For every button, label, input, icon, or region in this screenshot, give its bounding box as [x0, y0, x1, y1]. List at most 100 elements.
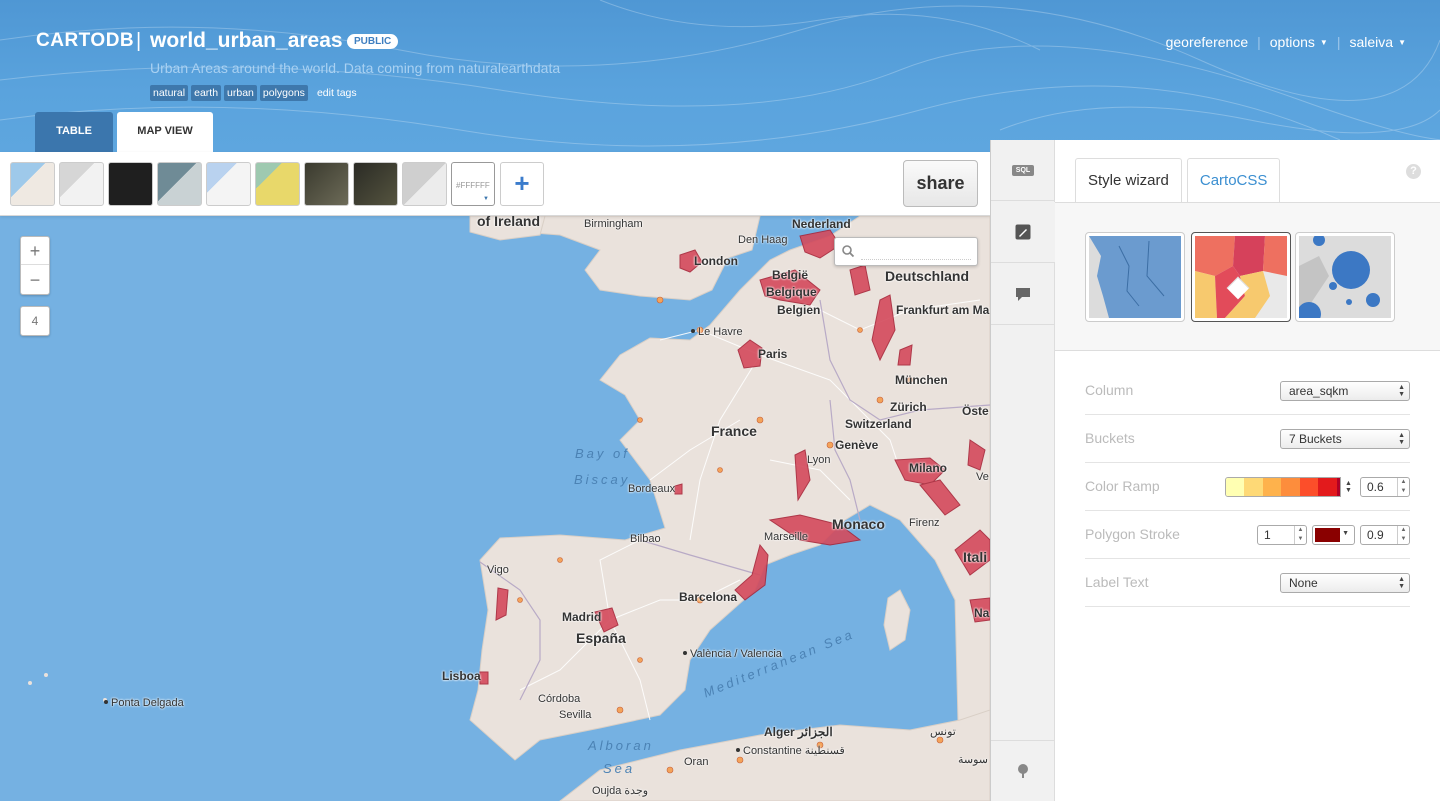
map-label-oran: Oran [684, 756, 709, 768]
privacy-badge[interactable]: PUBLIC [347, 34, 399, 49]
basemap-option-dark[interactable] [108, 162, 153, 206]
style-wizard-panel-button[interactable] [991, 202, 1055, 263]
tab-map-view[interactable]: MAP VIEW [117, 112, 213, 152]
chevron-down-icon: ▼ [1398, 38, 1406, 47]
basemap-option-nokia-day[interactable] [10, 162, 55, 206]
map-label-espana: España [576, 630, 626, 646]
column-row: Column area_sqkm ▲ ▼ [1085, 367, 1410, 415]
color-ramp-opacity-stepper[interactable]: 0.6 ▲ ▼ [1360, 477, 1410, 497]
tag-list: natural earth urban polygons edit tags [150, 85, 357, 101]
share-button[interactable]: share [903, 160, 978, 207]
buckets-label: Buckets [1085, 430, 1135, 446]
tab-style-wizard[interactable]: Style wizard [1075, 158, 1182, 202]
map-label-nederland: Nederland [792, 217, 851, 231]
stroke-opacity-value: 0.9 [1367, 528, 1384, 542]
map-label-bordeaux: Bordeaux [628, 483, 676, 495]
cartodb-logo[interactable]: CARTODB [36, 30, 134, 52]
map-label-paris: Paris [758, 347, 788, 361]
table-name-title[interactable]: world_urban_areas [150, 29, 343, 53]
map-label-frankfurt: Frankfurt am Ma [896, 303, 990, 317]
georeference-link[interactable]: georeference [1166, 34, 1249, 50]
chevron-down-icon: ▼ [483, 196, 489, 202]
map-label-valencia: València / Valencia [683, 648, 782, 660]
color-ramp-swatch-2 [1262, 478, 1282, 496]
menu-separator: | [1336, 34, 1341, 50]
zoom-in-button[interactable]: + [21, 237, 49, 265]
zoom-out-button[interactable]: − [21, 266, 49, 294]
edit-tags-link[interactable]: edit tags [317, 87, 357, 99]
map-label-switzerland: Switzerland [845, 417, 912, 431]
tag-natural[interactable]: natural [150, 85, 189, 101]
custom-basemap-color-picker[interactable]: #FFFFFF ▼ [451, 162, 495, 206]
user-menu[interactable]: saleiva ▼ [1349, 34, 1406, 50]
tag-polygons[interactable]: polygons [259, 85, 308, 101]
stroke-opacity-stepper[interactable]: 0.9 ▲ ▼ [1360, 525, 1410, 545]
help-icon[interactable]: ? [1406, 164, 1421, 179]
stroke-width-stepper[interactable]: 1 ▲ ▼ [1257, 525, 1307, 545]
map-label-munchen: München [895, 373, 948, 387]
map-label-madrid: Madrid [562, 610, 602, 624]
map-label-geneve: Genève [835, 438, 879, 452]
legend-panel-button[interactable] [991, 740, 1055, 801]
map-label-lyon: Lyon [807, 454, 831, 466]
map-label-den-haag: Den Haag [738, 234, 788, 246]
stroke-color-swatch [1315, 528, 1340, 542]
tag-urban[interactable]: urban [224, 85, 257, 101]
viz-type-bubble[interactable] [1295, 232, 1395, 322]
map-label-tunis: تونس [930, 726, 956, 738]
map-label-italia: Itali [963, 549, 988, 565]
map-label-london: London [694, 254, 738, 268]
basemap-option-nokia-terrain[interactable] [255, 162, 300, 206]
tab-table[interactable]: TABLE [35, 112, 113, 152]
map-label-ponta-delgada: Ponta Delgada [104, 697, 184, 709]
options-menu[interactable]: options ▼ [1270, 34, 1328, 50]
map-label-monaco: Monaco [832, 516, 885, 532]
basemap-option-satellite-labels[interactable] [353, 162, 398, 206]
label-text-select[interactable]: None ▲ ▼ [1280, 573, 1410, 593]
stepper-arrows-icon: ▲ ▼ [1397, 478, 1409, 496]
map-label-na: Na [974, 606, 990, 620]
choropleth-map-thumbnail [1195, 236, 1287, 318]
visualization-type-selector [1055, 202, 1440, 351]
map-label-belgique: Belgique [766, 285, 817, 299]
tag-earth[interactable]: earth [191, 85, 222, 101]
basemap-option-satellite-gray[interactable] [157, 162, 202, 206]
panel-icon-bar: SQL [990, 140, 1055, 801]
viz-type-simple[interactable] [1085, 232, 1185, 322]
label-text-select-value: None [1289, 576, 1318, 590]
logo-separator: | [136, 30, 142, 52]
infowindow-panel-button[interactable] [991, 264, 1055, 325]
custom-color-value: #FFFFFF [456, 181, 490, 190]
bubble-map-thumbnail [1299, 236, 1391, 318]
add-basemap-button[interactable]: + [500, 162, 544, 206]
tab-cartocss[interactable]: CartoCSS [1186, 158, 1281, 202]
map-label-constantine: Constantine قسنطينة [736, 744, 845, 757]
polygon-stroke-label: Polygon Stroke [1085, 526, 1180, 542]
select-arrows-icon: ▲ ▼ [1398, 432, 1405, 446]
basemap-option-nokia-gray[interactable] [59, 162, 104, 206]
basemap-option-satellite[interactable] [304, 162, 349, 206]
map-basemap [28, 216, 990, 801]
color-ramp-select[interactable] [1225, 477, 1356, 497]
stroke-color-picker[interactable]: ▼ [1312, 525, 1355, 545]
color-ramp-opacity-value: 0.6 [1367, 480, 1384, 494]
basemap-toolbar: #FFFFFF ▼ + share [0, 152, 990, 216]
viz-type-choropleth[interactable] [1191, 232, 1291, 322]
map-label-france: France [711, 423, 757, 439]
column-select-value: area_sqkm [1289, 384, 1349, 398]
map-search-box [834, 237, 978, 266]
buckets-select[interactable]: 7 Buckets ▲ ▼ [1280, 429, 1410, 449]
sql-panel-button[interactable]: SQL [991, 140, 1055, 201]
select-arrows-icon: ▲ ▼ [1398, 576, 1405, 590]
table-description[interactable]: Urban Areas around the world. Data comin… [150, 60, 560, 76]
stepper-arrows-icon: ▲ ▼ [1397, 526, 1409, 544]
basemap-option-gray-roads[interactable] [402, 162, 447, 206]
map-canvas[interactable]: of Ireland Birmingham Nederland Den Haag… [0, 216, 990, 801]
map-label-barcelona: Barcelona [679, 590, 738, 604]
map-search-input[interactable] [861, 244, 971, 260]
stroke-width-value: 1 [1264, 528, 1271, 542]
column-select[interactable]: area_sqkm ▲ ▼ [1280, 381, 1410, 401]
label-text-label: Label Text [1085, 574, 1149, 590]
basemap-option-nokia-light[interactable] [206, 162, 251, 206]
map-label-cordoba: Córdoba [538, 693, 581, 705]
